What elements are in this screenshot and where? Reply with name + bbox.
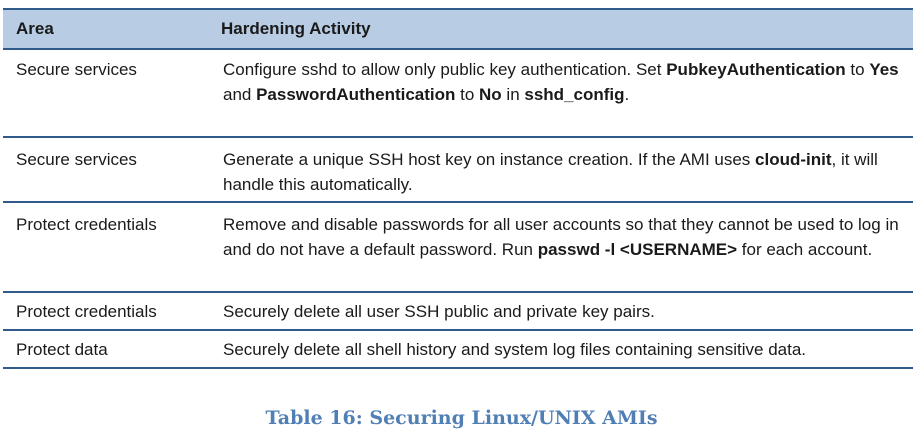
hardening-table-container: Area Hardening Activity Secure services … [3,8,913,369]
activity-cell: Securely delete all shell history and sy… [208,330,913,369]
table-row: Secure services Generate a unique SSH ho… [3,137,913,203]
table-body: Secure services Configure sshd to allow … [3,49,913,369]
bold-term: cloud-init [755,150,832,169]
activity-cell: Securely delete all user SSH public and … [208,292,913,331]
bold-term: PubkeyAuthentication [666,60,846,79]
activity-text: in [501,85,525,104]
hardening-table: Area Hardening Activity Secure services … [3,8,913,369]
table-row: Protect data Securely delete all shell h… [3,330,913,369]
table-caption: Table 16: Securing Linux/UNIX AMIs [265,407,658,429]
activity-text: . [624,85,630,104]
area-cell: Protect credentials [3,292,208,331]
area-cell: Secure services [3,49,208,138]
area-cell: Protect data [3,330,208,369]
activity-text: to [845,60,870,79]
table-row: Protect credentials Securely delete all … [3,292,913,331]
header-row: Area Hardening Activity [3,8,913,50]
activity-text: Securely delete all shell history and sy… [223,340,807,359]
bold-term: PasswordAuthentication [256,85,456,104]
activity-text: to [455,85,480,104]
activity-cell: Generate a unique SSH host key on instan… [208,137,913,203]
bold-term: passwd -l <USERNAME> [537,240,738,259]
bold-term: sshd_config [524,85,625,104]
area-cell: Secure services [3,137,208,203]
activity-text: and [223,85,257,104]
table-row: Protect credentials Remove and disable p… [3,202,913,293]
bold-term: Yes [869,60,899,79]
table-header: Area Hardening Activity [3,8,913,50]
activity-text: for each account. [737,240,873,259]
activity-text: Generate a unique SSH host key on instan… [223,150,756,169]
table-row: Secure services Configure sshd to allow … [3,49,913,138]
activity-cell: Configure sshd to allow only public key … [208,49,913,138]
activity-cell: Remove and disable passwords for all use… [208,202,913,293]
bold-term: No [479,85,502,104]
area-cell: Protect credentials [3,202,208,293]
activity-text: Configure sshd to allow only public key … [223,60,667,79]
header-area: Area [3,8,208,50]
activity-text: Securely delete all user SSH public and … [223,302,655,321]
header-hardening-activity: Hardening Activity [208,8,913,50]
